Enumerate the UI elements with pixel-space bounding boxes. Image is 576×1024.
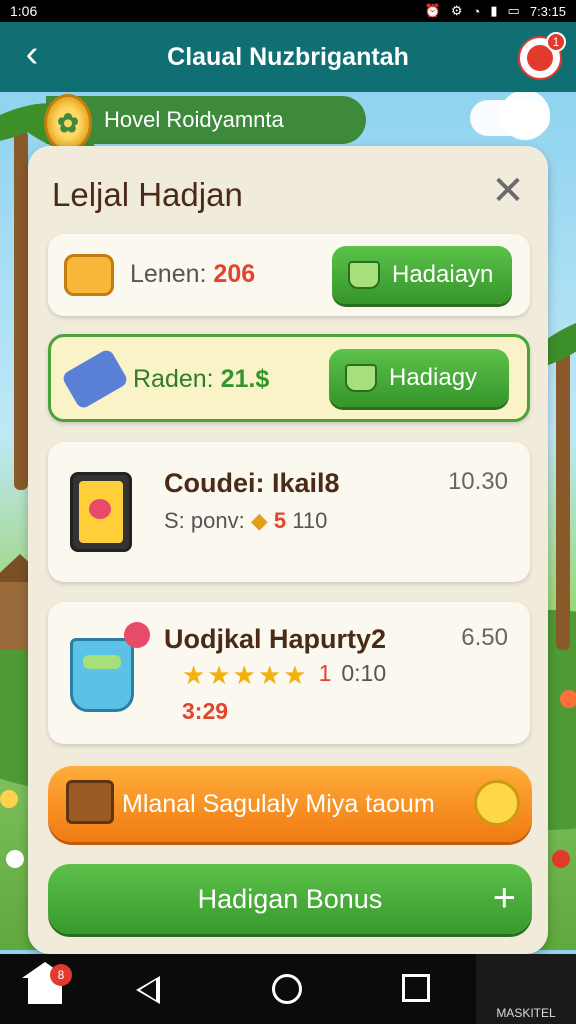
raden-value: 21.$ bbox=[220, 365, 270, 393]
gear-icon: ⚙ bbox=[450, 3, 463, 18]
resource-row-lenen: Lenen: 206 Hadaiayn bbox=[48, 234, 530, 316]
coin-icon: ◆ bbox=[250, 508, 268, 533]
flower bbox=[6, 850, 24, 868]
cat-face-icon bbox=[474, 780, 520, 826]
chevron-left-icon: ‹ bbox=[25, 33, 39, 75]
tablet-icon bbox=[70, 472, 132, 552]
quest-timer: 3:29 bbox=[182, 698, 229, 724]
notification-badge: 1 bbox=[546, 32, 566, 52]
quest-item-time: 10.30 bbox=[447, 468, 508, 495]
quest-panel: Leljal Hadjan ✕ Lenen: 206 Hadaiayn Rade… bbox=[28, 146, 548, 954]
quest-item-sub: S: ponv: ◆ 5 110 bbox=[164, 508, 327, 534]
level-banner-text: Hovel Roidyamnta bbox=[104, 107, 284, 132]
close-button[interactable]: ✕ bbox=[488, 169, 528, 213]
basket-icon bbox=[64, 254, 114, 296]
star-icon: ★ bbox=[232, 660, 256, 690]
cup-icon bbox=[345, 364, 377, 392]
back-button[interactable]: ‹ bbox=[12, 33, 52, 76]
nav-recents-button[interactable] bbox=[402, 974, 430, 1002]
flower bbox=[552, 850, 570, 868]
page-title: Claual Nuzbrigantah bbox=[167, 42, 409, 71]
palm-tree bbox=[14, 130, 28, 490]
star-icon: ★ bbox=[182, 660, 206, 690]
wifi-icon: ◔ bbox=[472, 3, 481, 19]
bonus-button-label: Hadigan Bonus bbox=[197, 883, 383, 914]
quest-item-title: Coudei: Ikail8 bbox=[164, 468, 340, 498]
star-icon: ★ bbox=[207, 660, 231, 690]
alarm-icon: ⏰ bbox=[424, 3, 441, 18]
resource-row-raden: Raden: 21.$ Hadiagy bbox=[48, 334, 530, 422]
lenen-value: 206 bbox=[213, 260, 256, 288]
special-offer-banner[interactable]: Mlanal Sagulaly Miya taoum bbox=[48, 766, 532, 842]
status-time-left: 1:06 bbox=[10, 3, 38, 19]
star-icon: ★ bbox=[283, 660, 307, 690]
battery-icon: ▭ bbox=[507, 3, 520, 18]
quest-sub-value: 5 bbox=[273, 508, 287, 533]
cloud bbox=[500, 90, 550, 140]
quest-item-2[interactable]: Uodjkal Hapurty2 6.50 ★ ★ ★ ★ ★ 1 0:10 3… bbox=[48, 602, 530, 744]
nav-back-button[interactable] bbox=[136, 976, 160, 1004]
claim-button-label: Hadiagy bbox=[389, 364, 478, 391]
star-icon: ★ bbox=[257, 660, 282, 690]
claim-button-label: Hadaiayn bbox=[392, 261, 494, 288]
nav-home-button[interactable] bbox=[272, 974, 302, 1004]
palm-tree bbox=[556, 350, 570, 650]
potion-icon bbox=[60, 347, 130, 411]
quest-sub-label: S: ponv: bbox=[164, 508, 245, 533]
lenen-label: Lenen: bbox=[130, 260, 207, 288]
close-icon: ✕ bbox=[491, 169, 525, 213]
level-banner: Hovel Roidyamnta bbox=[46, 96, 366, 144]
home-tab-button[interactable]: 8 bbox=[22, 962, 72, 1014]
home-badge: 8 bbox=[50, 964, 72, 986]
status-icons: ⏰ ⚙ ◔ ▮ ▭ 7:3:15 bbox=[425, 3, 566, 19]
claim-button-raden[interactable]: Hadiagy bbox=[329, 349, 509, 407]
row-label: Lenen: 206 bbox=[130, 260, 255, 289]
flower bbox=[560, 690, 576, 708]
star-rating: ★ ★ ★ ★ ★ 1 0:10 bbox=[182, 660, 386, 691]
treasure-chest-icon bbox=[66, 780, 114, 824]
bonus-button[interactable]: Hadigan Bonus + bbox=[48, 864, 532, 934]
quest-item-time: 6.50 bbox=[461, 624, 508, 651]
raden-label: Raden: bbox=[133, 365, 214, 393]
app-header: ‹ Claual Nuzbrigantah 1 bbox=[0, 22, 576, 92]
coin-bucket-icon bbox=[70, 638, 134, 712]
cup-icon bbox=[348, 261, 380, 289]
rating-count: 1 bbox=[318, 660, 332, 686]
quest-sub-extra: 110 bbox=[292, 508, 328, 533]
row-label: Raden: 21.$ bbox=[133, 365, 269, 394]
status-time-right: 7:3:15 bbox=[529, 3, 566, 19]
special-offer-label: Mlanal Sagulaly Miya taoum bbox=[122, 789, 435, 818]
balloon-icon bbox=[124, 622, 150, 648]
rating-extra: 0:10 bbox=[341, 660, 387, 686]
flower bbox=[0, 790, 18, 808]
android-nav-bar: 8 MASKITEL bbox=[0, 954, 576, 1024]
corner-app-icon[interactable]: MASKITEL bbox=[476, 954, 576, 1024]
avatar[interactable]: 1 bbox=[518, 32, 566, 80]
corner-label: MASKITEL bbox=[496, 1006, 556, 1020]
quest-item-title: Uodjkal Hapurty2 bbox=[164, 624, 387, 654]
signal-icon: ▮ bbox=[490, 3, 498, 18]
coin-icon: ✿ bbox=[44, 94, 92, 152]
plus-icon: + bbox=[492, 876, 516, 920]
status-bar: 1:06 ⏰ ⚙ ◔ ▮ ▭ 7:3:15 bbox=[0, 0, 576, 22]
claim-button-lenen[interactable]: Hadaiayn bbox=[332, 246, 512, 304]
panel-title: Leljal Hadjan bbox=[52, 176, 243, 213]
quest-item-1[interactable]: Coudei: Ikail8 10.30 S: ponv: ◆ 5 110 bbox=[48, 442, 530, 582]
